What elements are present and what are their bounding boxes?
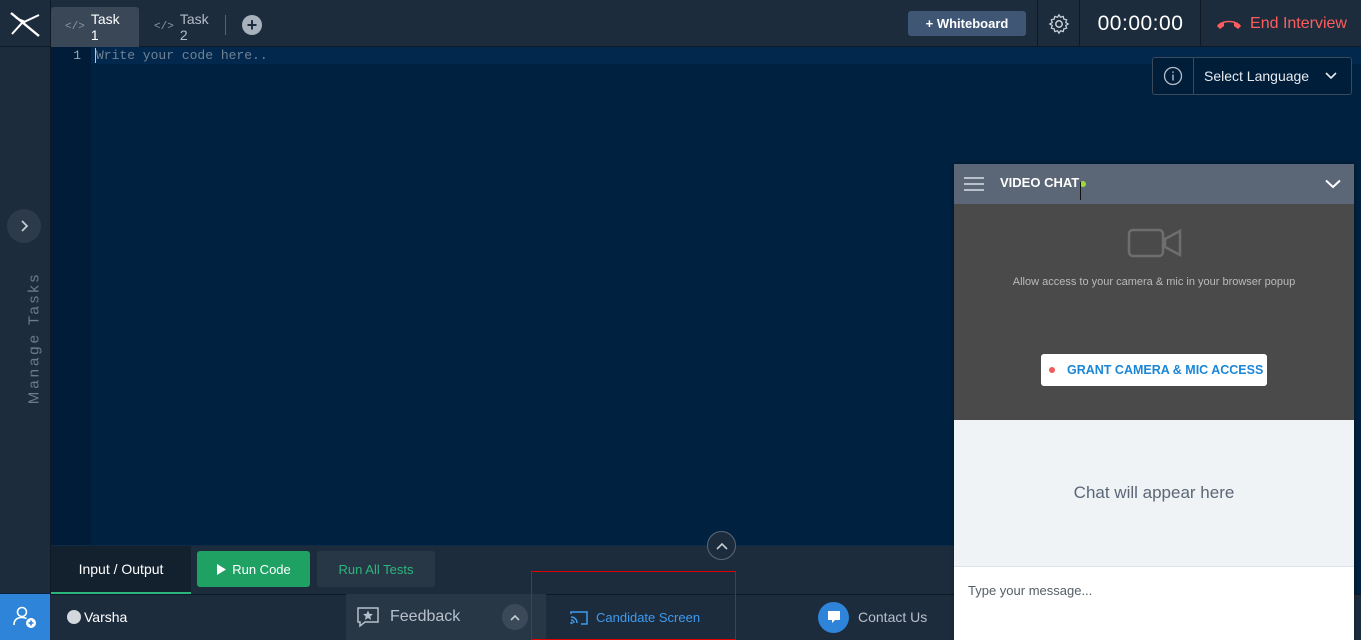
- line-gutter: [51, 47, 91, 545]
- interview-timer: 00:00:00: [1081, 0, 1201, 47]
- participant-entry: Varsha: [67, 594, 127, 640]
- camera-access-hint: Allow access to your camera & mic in you…: [1012, 276, 1296, 288]
- feedback-expand-button[interactable]: [502, 604, 528, 630]
- language-select-label: Select Language: [1204, 68, 1310, 84]
- add-user-icon: [13, 606, 36, 628]
- avatar: [67, 610, 81, 624]
- language-select[interactable]: Select Language: [1152, 57, 1352, 95]
- expand-sidebar-button[interactable]: [7, 209, 41, 243]
- drag-handle-icon[interactable]: [964, 176, 984, 197]
- editor-placeholder: Write your code here..: [96, 48, 268, 63]
- run-all-tests-button[interactable]: Run All Tests: [317, 551, 435, 587]
- chat-empty-text: Chat will appear here: [1073, 483, 1235, 502]
- feedback-star-icon: [357, 607, 379, 628]
- phone-hangup-icon: [1217, 20, 1242, 29]
- video-chat-title: VIDEO CHAT: [1000, 175, 1080, 190]
- end-interview-label: End Interview: [1250, 14, 1347, 32]
- run-code-label: Run Code: [232, 561, 291, 577]
- app-logo-icon[interactable]: [0, 0, 51, 47]
- chevron-up-icon: [510, 614, 520, 621]
- chat-bubble-icon: [818, 601, 849, 633]
- contact-us-button[interactable]: Contact Us: [818, 594, 927, 640]
- highlight-annotation: [531, 571, 736, 640]
- chevron-down-icon: [1325, 179, 1341, 189]
- collapse-chat-button[interactable]: [1325, 176, 1341, 194]
- video-camera-icon: [1127, 227, 1183, 264]
- tab-input-output[interactable]: Input / Output: [51, 546, 191, 594]
- info-button[interactable]: [1153, 58, 1194, 94]
- chevron-down-icon: [1325, 72, 1337, 80]
- expand-output-button[interactable]: [707, 531, 736, 560]
- manage-tasks-label: Manage Tasks: [25, 271, 43, 405]
- tab-label: Task 1: [90, 11, 120, 43]
- tab-task-2[interactable]: </> Task 2: [140, 7, 228, 47]
- grant-camera-mic-label: GRANT CAMERA & MIC ACCESS: [1067, 363, 1264, 377]
- whiteboard-button[interactable]: + Whiteboard: [908, 11, 1026, 36]
- record-dot-icon: [1049, 367, 1055, 373]
- play-icon: [217, 563, 227, 575]
- text-cursor: [95, 48, 96, 63]
- tab-task-1[interactable]: </> Task 1: [51, 7, 139, 47]
- grant-camera-mic-button[interactable]: GRANT CAMERA & MIC ACCESS: [1041, 354, 1267, 386]
- manage-tasks-toggle[interactable]: Manage Tasks: [24, 258, 44, 418]
- run-code-button[interactable]: Run Code: [197, 551, 310, 587]
- line-number: 1: [73, 48, 81, 63]
- settings-button[interactable]: [1037, 0, 1080, 47]
- add-participant-button[interactable]: [0, 594, 50, 640]
- info-icon: [1163, 66, 1183, 86]
- tab-divider: [225, 15, 226, 35]
- chevron-up-icon: [715, 542, 728, 550]
- feedback-label: Feedback: [390, 608, 461, 625]
- tab-label: Task 2: [179, 11, 209, 43]
- chevron-right-icon: [21, 220, 29, 232]
- add-tab-icon[interactable]: +: [242, 15, 262, 35]
- code-icon: </>: [154, 21, 174, 33]
- participant-name: Varsha: [84, 609, 128, 625]
- chat-messages: Chat will appear here: [954, 420, 1354, 566]
- end-interview-button[interactable]: End Interview: [1202, 0, 1361, 47]
- code-icon: </>: [65, 21, 85, 33]
- text-cursor: [1080, 182, 1081, 200]
- chat-message-input[interactable]: [968, 578, 1348, 602]
- contact-us-label: Contact Us: [858, 609, 928, 625]
- gear-icon: [1048, 13, 1069, 34]
